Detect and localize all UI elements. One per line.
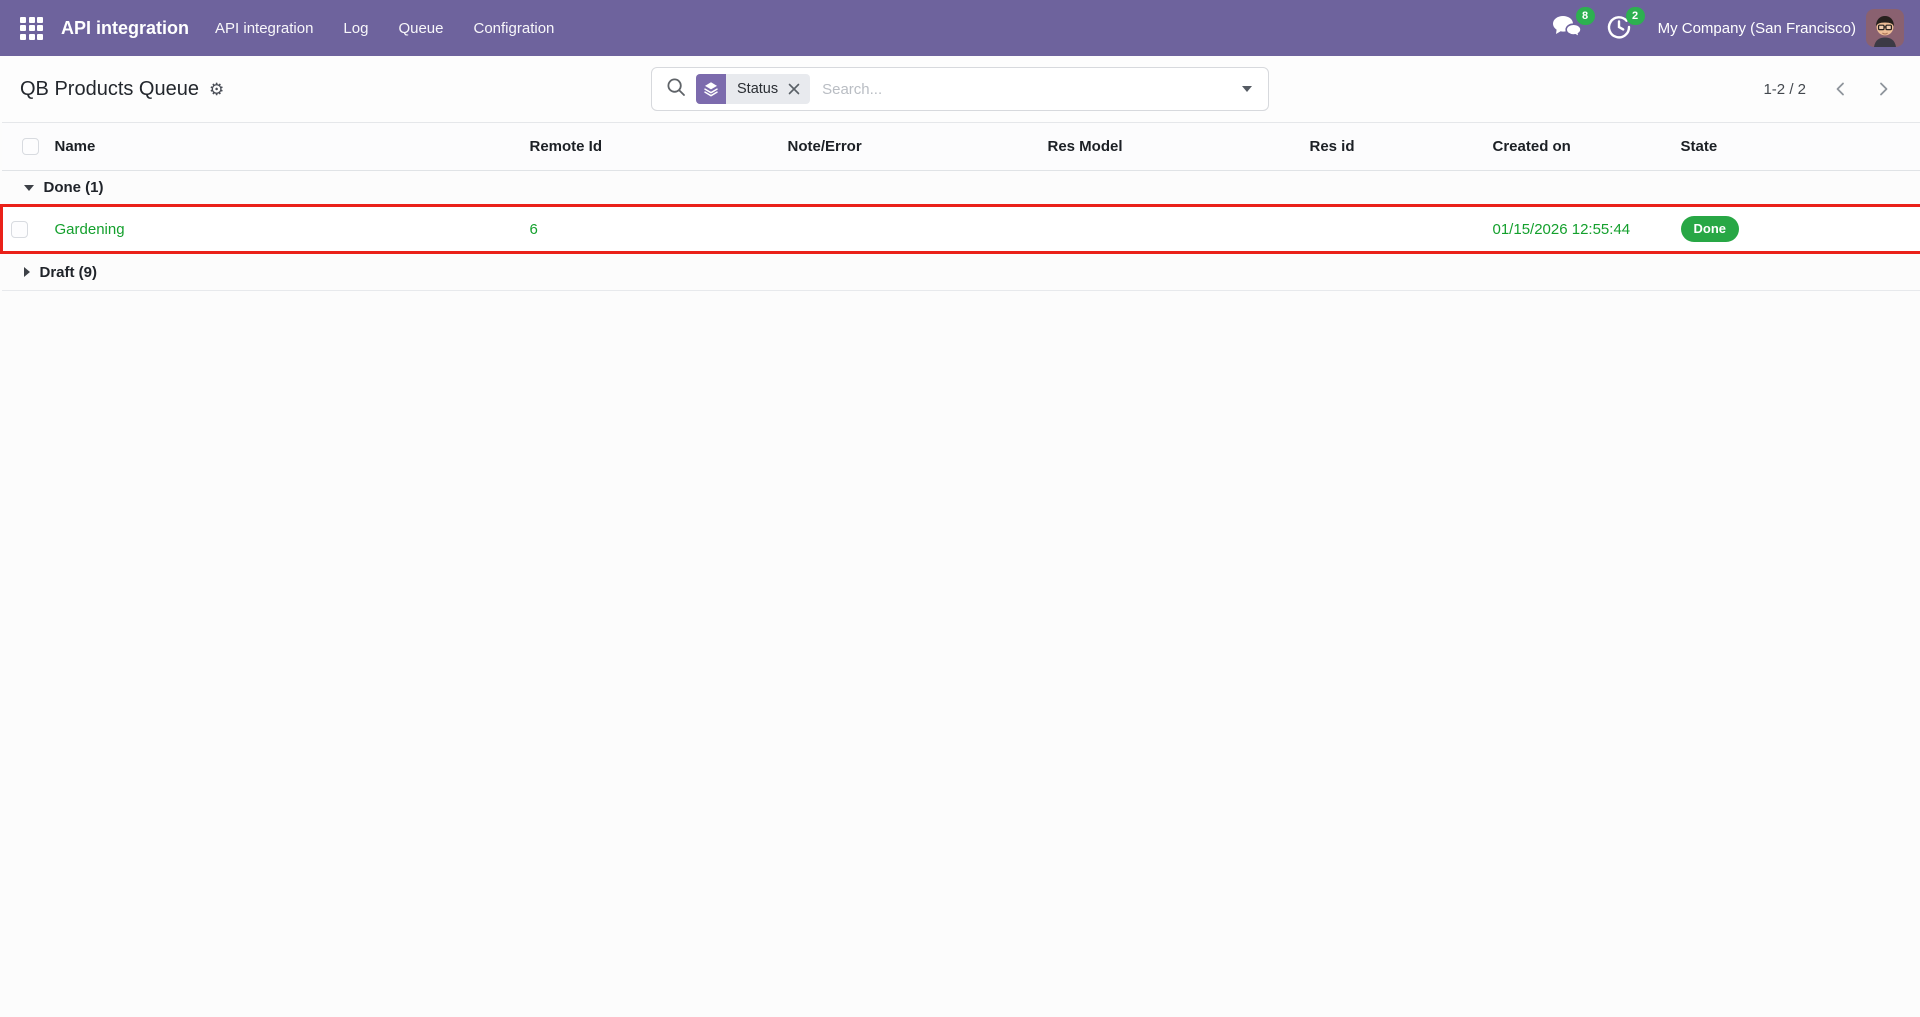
group-label: Draft (9) [39,263,98,281]
main-menu: API integration Log Queue Configration [203,11,566,46]
facet-remove-icon[interactable] [788,83,810,95]
messages-button[interactable]: 8 [1540,0,1595,56]
cell-res-id [1301,204,1485,254]
column-header-name[interactable]: Name [46,122,522,171]
search-options-button[interactable] [1232,80,1254,98]
cell-name: Gardening [46,204,522,254]
column-header-state[interactable]: State [1672,122,1920,171]
chevron-right-icon [1880,82,1888,96]
control-panel: QB Products Queue ⚙ Status Search... 1-2… [0,56,1920,122]
table-header-row: Name Remote Id Note/Error Res Model Res … [1,122,1920,171]
user-menu[interactable]: My Company (San Francisco) [1658,9,1904,47]
cell-note-error [779,204,1040,254]
group-row-draft[interactable]: Draft (9) [1,252,1920,291]
messages-badge: 8 [1575,7,1595,25]
user-avatar [1866,9,1904,47]
group-label: Done (1) [43,179,104,196]
column-header-res-id[interactable]: Res id [1301,122,1485,171]
triangle-right-icon [23,267,30,277]
table-row-gardening[interactable]: Gardening 6 01/15/2026 12:55:44 Done [0,204,1920,254]
filter-facet-status: Status [696,74,811,104]
search-input[interactable] [820,79,1222,99]
chevron-left-icon [1836,82,1844,96]
apps-grid-icon [20,16,43,40]
facet-label: Status [737,81,779,97]
queue-list-view: Name Remote Id Note/Error Res Model Res … [0,122,1920,291]
nav-item-api-integration[interactable]: API integration [203,11,325,46]
column-header-res-model[interactable]: Res Model [1039,122,1302,171]
chevron-down-icon [1242,86,1252,92]
activities-badge: 2 [1625,7,1645,25]
search-icon [666,77,686,102]
pager-range[interactable]: 1-2 / 2 [1763,81,1806,98]
pager: 1-2 / 2 [1269,76,1900,102]
navbar-systray: 8 2 My Company (San Francisco) [1540,0,1904,56]
cell-remote-id: 6 [521,204,780,254]
group-by-layers-icon [696,74,726,104]
gear-icon[interactable]: ⚙ [209,81,224,98]
select-all-checkbox[interactable] [21,138,39,156]
nav-item-queue[interactable]: Queue [386,11,455,46]
top-navbar: API integration API integration Log Queu… [0,0,1920,56]
column-header-created-on[interactable]: Created on [1484,122,1673,171]
triangle-down-icon [23,184,34,191]
cell-state: Done [1672,204,1920,254]
company-name: My Company (San Francisco) [1657,19,1856,37]
app-name[interactable]: API integration [61,18,189,39]
apps-menu-button[interactable] [10,9,53,48]
nav-item-log[interactable]: Log [331,11,380,46]
cell-created-on: 01/15/2026 12:55:44 [1484,204,1673,254]
column-header-note-error[interactable]: Note/Error [779,122,1040,171]
state-badge: Done [1680,216,1739,242]
search-bar[interactable]: Status [651,67,1269,111]
pager-previous-button[interactable] [1824,76,1858,102]
cell-res-model [1039,204,1302,254]
page-title: QB Products Queue [20,77,199,100]
group-row-done[interactable]: Done (1) [2,171,1920,206]
row-checkbox[interactable] [11,220,28,238]
column-header-remote-id[interactable]: Remote Id [521,122,780,171]
activities-button[interactable]: 2 [1594,0,1645,56]
pager-next-button[interactable] [1866,76,1900,102]
nav-item-configration[interactable]: Configration [462,11,567,46]
